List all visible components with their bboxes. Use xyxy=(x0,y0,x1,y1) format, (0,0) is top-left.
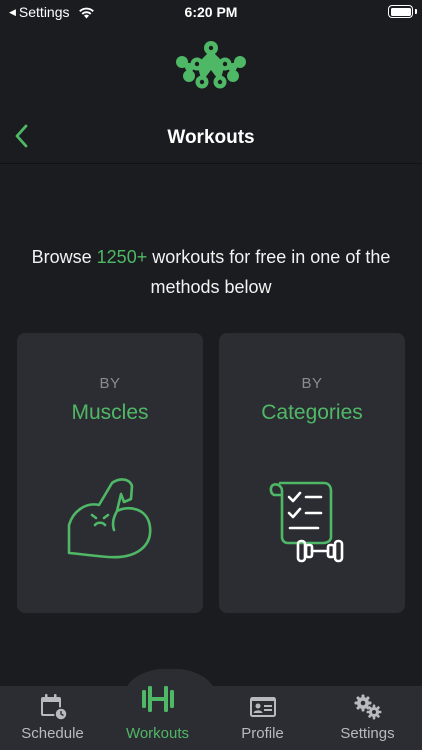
page-title: Workouts xyxy=(167,127,255,148)
gears-icon xyxy=(354,694,381,720)
card-by-label: BY xyxy=(301,375,323,392)
dumbbell-icon xyxy=(141,686,174,712)
card-by-label: BY xyxy=(99,375,121,392)
intro-text: Browse 1250+ workouts for free in one of… xyxy=(10,242,412,302)
workout-count: 1250+ xyxy=(96,247,148,267)
status-bar: ◀ Settings 6:20 PM xyxy=(0,0,422,26)
tab-profile[interactable]: Profile xyxy=(210,686,315,750)
tab-workouts[interactable]: Workouts xyxy=(105,686,210,750)
card-title: Categories xyxy=(261,401,363,424)
calendar-icon xyxy=(40,694,68,720)
battery-icon xyxy=(388,5,413,18)
intro-prefix: Browse xyxy=(31,247,97,267)
tab-label: Settings xyxy=(340,725,395,742)
battery-tip xyxy=(415,9,417,14)
tab-label: Workouts xyxy=(125,725,190,742)
tab-label: Profile xyxy=(241,725,284,742)
id-card-icon xyxy=(249,697,276,717)
status-time: 6:20 PM xyxy=(184,4,238,20)
nav-header: Workouts xyxy=(0,110,422,164)
tab-schedule[interactable]: Schedule xyxy=(0,686,105,750)
checklist-dumbbell-icon xyxy=(269,481,344,563)
intro-suffix: workouts for free in one of the methods … xyxy=(147,247,391,297)
tab-label: Schedule xyxy=(21,725,84,742)
browse-by-muscles-card[interactable]: BY Muscles xyxy=(17,333,203,613)
app-logo xyxy=(176,41,246,89)
flexed-bicep-icon xyxy=(67,478,152,559)
browse-by-categories-card[interactable]: BY Categories xyxy=(219,333,405,613)
tab-bar: Schedule Workouts Profile Settings xyxy=(0,686,422,750)
tab-settings[interactable]: Settings xyxy=(315,686,420,750)
card-title: Muscles xyxy=(71,401,149,424)
